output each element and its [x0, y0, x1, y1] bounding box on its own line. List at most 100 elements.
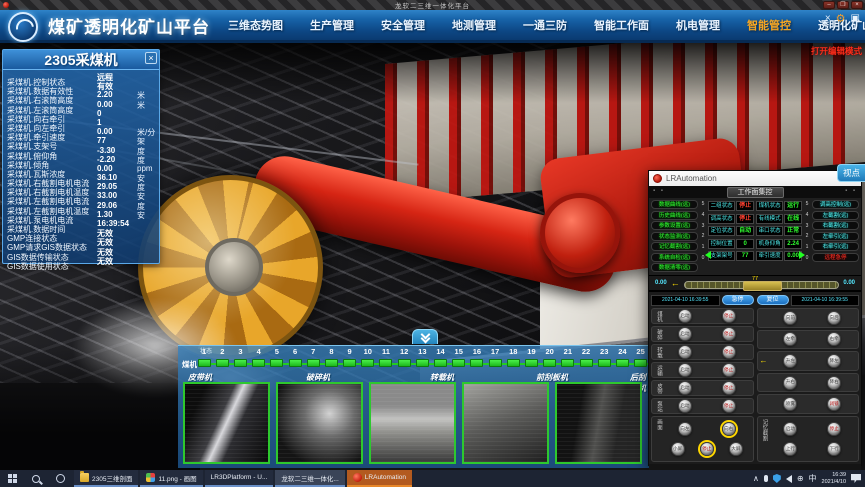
support-cell[interactable]: 24: [613, 347, 631, 367]
taskbar-task[interactable]: 龙软二三维一体化...: [275, 470, 344, 487]
remote-function-button[interactable]: 右截割(远): [812, 221, 859, 230]
support-cell[interactable]: 23: [595, 347, 613, 367]
menu-item[interactable]: 机电管理: [676, 17, 720, 33]
support-cell[interactable]: 10: [359, 347, 377, 367]
round-control-button[interactable]: 停止: [722, 345, 736, 359]
remote-function-button[interactable]: 调高控制(远): [812, 200, 859, 209]
window-mode-icon[interactable]: ▣: [851, 13, 860, 25]
round-control-button[interactable]: 停止: [722, 381, 736, 395]
round-control-button[interactable]: 停止: [700, 442, 714, 456]
gear-icon[interactable]: ⚙: [836, 13, 846, 25]
remote-function-button[interactable]: 状态监测(远): [651, 232, 698, 241]
round-control-button[interactable]: 停止: [827, 422, 841, 436]
round-control-button[interactable]: 停止: [722, 363, 736, 377]
support-cell[interactable]: 6: [286, 347, 304, 367]
support-cell[interactable]: 2: [213, 347, 231, 367]
round-control-button[interactable]: 停止: [722, 327, 736, 341]
tab-workface-control[interactable]: 工作面集控: [727, 187, 784, 198]
support-cell[interactable]: 3: [231, 347, 249, 367]
support-cell[interactable]: 9: [341, 347, 359, 367]
position-slider[interactable]: [684, 281, 840, 289]
round-control-button[interactable]: 启动: [678, 327, 692, 341]
speaker-icon[interactable]: [786, 475, 792, 483]
support-cell[interactable]: 13: [413, 347, 431, 367]
tray-expand-chevron-icon[interactable]: ∧: [753, 474, 759, 484]
round-control-button[interactable]: 降右: [827, 376, 841, 390]
remote-function-button[interactable]: 记忆截割(远): [651, 242, 698, 251]
round-control-button[interactable]: 上行: [783, 442, 797, 456]
tools-icon[interactable]: ×: [825, 13, 831, 25]
round-control-button[interactable]: 降左: [827, 354, 841, 368]
taskbar-task[interactable]: LR3DPlatform - U...: [205, 470, 274, 487]
support-cell[interactable]: 8: [322, 347, 340, 367]
round-control-button[interactable]: 左牵: [783, 332, 797, 346]
round-control-button[interactable]: 启动: [783, 422, 797, 436]
round-control-button[interactable]: 停止: [722, 399, 736, 413]
network-globe-icon[interactable]: ⊕: [797, 474, 804, 484]
round-control-button[interactable]: 升左: [783, 354, 797, 368]
support-cell[interactable]: 17: [486, 347, 504, 367]
menu-item[interactable]: 生产管理: [310, 17, 354, 33]
support-cell[interactable]: 1: [195, 347, 213, 367]
collapse-strip-button[interactable]: [412, 329, 438, 344]
round-control-button[interactable]: 向前: [783, 311, 797, 325]
taskbar-task[interactable]: 2305三维剖面: [74, 470, 138, 487]
remote-function-button[interactable]: 数据清零(远): [651, 263, 698, 272]
camera-thumbnail[interactable]: [369, 382, 456, 464]
round-control-button[interactable]: 启动: [678, 363, 692, 377]
round-control-button[interactable]: 启动: [678, 399, 692, 413]
viewpoint-tab[interactable]: 视点: [837, 164, 865, 182]
estop-button[interactable]: 急停: [722, 295, 754, 305]
taskbar-task[interactable]: LRAutomation: [347, 470, 412, 487]
minimize-button[interactable]: –: [823, 1, 835, 9]
remote-function-button[interactable]: 左截割(远): [812, 211, 859, 220]
clock[interactable]: 16:39 2021/4/10: [822, 472, 846, 485]
support-cell[interactable]: 25: [632, 347, 650, 367]
start-button[interactable]: [0, 470, 24, 487]
menu-item[interactable]: 地测管理: [452, 17, 496, 33]
menu-item[interactable]: 三维态势图: [228, 17, 283, 33]
support-cell[interactable]: 7: [304, 347, 322, 367]
round-control-button[interactable]: 右牵: [827, 332, 841, 346]
support-cell[interactable]: 21: [559, 347, 577, 367]
round-control-button[interactable]: 升右: [783, 376, 797, 390]
remote-function-button[interactable]: 参数设置(远): [651, 221, 698, 230]
remote-function-button[interactable]: 系统自检(远): [651, 253, 698, 262]
round-control-button[interactable]: 启动: [678, 381, 692, 395]
support-cell[interactable]: 4: [250, 347, 268, 367]
round-control-button[interactable]: 小屏: [671, 442, 685, 456]
camera-thumbnail[interactable]: [462, 382, 549, 464]
remote-function-button[interactable]: 远程急停: [812, 253, 859, 262]
support-cell[interactable]: 15: [450, 347, 468, 367]
round-control-button[interactable]: 大屏: [729, 442, 743, 456]
support-cell[interactable]: 18: [504, 347, 522, 367]
round-control-button[interactable]: 喷雾: [783, 397, 797, 411]
microphone-icon[interactable]: [764, 475, 768, 482]
lrautomation-titlebar[interactable]: LRAutomation ×: [649, 171, 861, 186]
menu-item[interactable]: 智能管控: [747, 17, 791, 33]
remote-function-button[interactable]: 历史曲线(远): [651, 211, 698, 220]
taskbar-task[interactable]: 11.png - 画图: [140, 470, 202, 487]
close-icon[interactable]: ×: [145, 52, 157, 64]
support-cell[interactable]: 20: [541, 347, 559, 367]
reset-button[interactable]: 复位: [757, 295, 789, 305]
round-control-button[interactable]: 启动: [678, 345, 692, 359]
open-edit-mode-button[interactable]: 打开编辑模式: [811, 45, 862, 57]
round-control-button[interactable]: 下行: [827, 442, 841, 456]
maximize-button[interactable]: ❒: [837, 1, 849, 9]
ime-indicator[interactable]: 中: [809, 474, 817, 484]
camera-thumbnail[interactable]: [183, 382, 270, 464]
remote-function-button[interactable]: 左牵引(远): [812, 232, 859, 241]
round-control-button[interactable]: 向左: [678, 422, 692, 436]
support-cell[interactable]: 5: [268, 347, 286, 367]
support-cell[interactable]: 16: [468, 347, 486, 367]
round-control-button[interactable]: 停止: [722, 309, 736, 323]
round-control-button[interactable]: 向后: [827, 311, 841, 325]
camera-thumbnail[interactable]: [555, 382, 642, 464]
notification-center-icon[interactable]: [851, 474, 861, 483]
defender-shield-icon[interactable]: [773, 474, 781, 483]
support-cell[interactable]: 14: [431, 347, 449, 367]
close-button[interactable]: ×: [851, 1, 863, 9]
menu-item[interactable]: 一通三防: [523, 17, 567, 33]
remote-function-button[interactable]: 数据曲线(远): [651, 200, 698, 209]
